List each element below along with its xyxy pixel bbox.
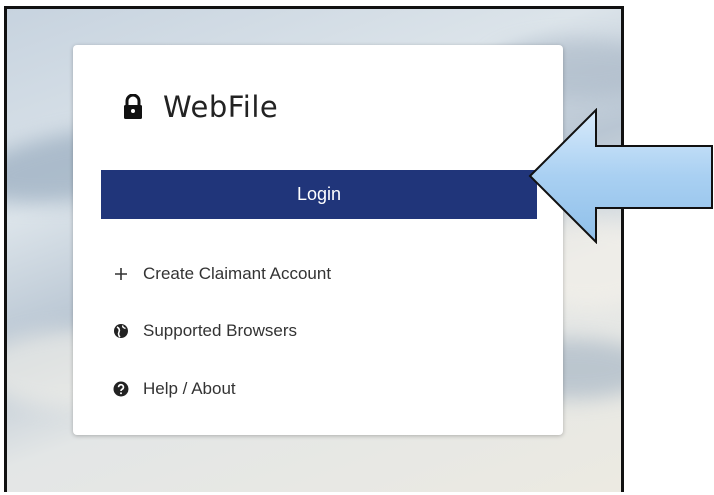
lock-icon (124, 94, 142, 119)
help-about-link[interactable]: Help / About (113, 379, 236, 399)
question-circle-icon (113, 381, 129, 397)
help-about-label: Help / About (143, 379, 236, 398)
login-card: WebFile Login Create Claimant Account Su… (73, 45, 563, 435)
plus-icon (113, 266, 129, 282)
supported-browsers-link[interactable]: Supported Browsers (113, 321, 297, 341)
background-screen: WebFile Login Create Claimant Account Su… (4, 6, 624, 492)
brand-header: WebFile (123, 87, 278, 127)
supported-browsers-label: Supported Browsers (143, 321, 298, 340)
left-arrow-icon (528, 108, 713, 244)
screenshot-frame: WebFile Login Create Claimant Account Su… (0, 0, 714, 495)
app-title: WebFile (163, 90, 279, 124)
login-button[interactable]: Login (101, 170, 537, 219)
globe-icon (113, 323, 129, 339)
create-claimant-account-label: Create Claimant Account (143, 264, 332, 283)
create-claimant-account-link[interactable]: Create Claimant Account (113, 264, 331, 284)
